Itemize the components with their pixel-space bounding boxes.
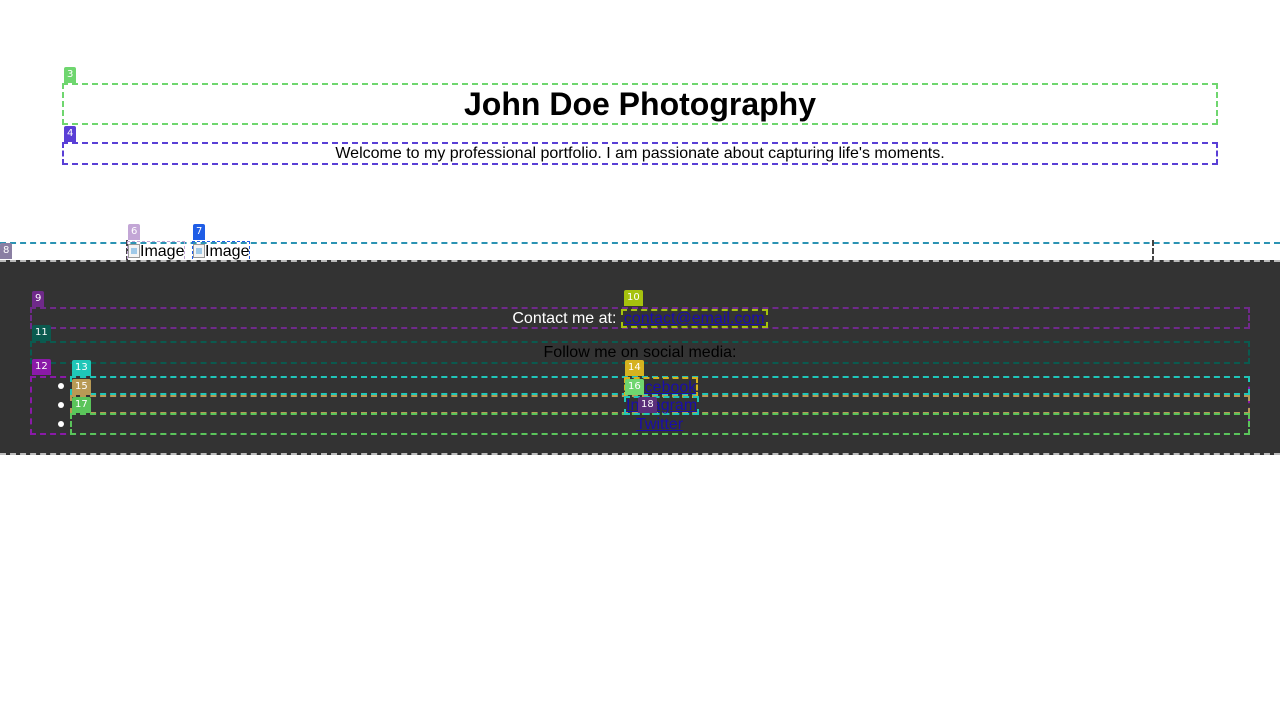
som-label-17: 17 — [72, 397, 91, 413]
twitter-link[interactable]: Twitter — [636, 415, 683, 434]
broken-image-icon — [193, 244, 205, 258]
contact-prefix: Contact me at: — [512, 310, 617, 327]
som-label-8: 8 — [0, 243, 13, 259]
contact-email-link[interactable]: contact@email.com — [624, 310, 765, 327]
broken-image-icon — [128, 244, 140, 258]
som-label-14: 14 — [625, 360, 644, 376]
gallery-image-alt: Image — [140, 243, 185, 260]
som-label-6: 6 — [128, 224, 141, 240]
contact-line: Contact me at: contact@email.com — [30, 307, 1250, 329]
gallery-image-alt: Image — [205, 243, 250, 260]
page-subtitle: Welcome to my professional portfolio. I … — [62, 142, 1218, 165]
gallery-container — [126, 240, 1154, 262]
som-label-12: 12 — [32, 359, 51, 375]
som-label-16: 16 — [625, 379, 644, 395]
som-label-15: 15 — [72, 379, 91, 395]
som-label-13: 13 — [72, 360, 91, 376]
som-label-7: 7 — [193, 224, 206, 240]
som-label-18: 18 — [638, 397, 657, 413]
som-label-4: 4 — [64, 126, 77, 142]
list-bullet — [58, 402, 64, 408]
email-link-box: contact@email.com — [620, 309, 768, 328]
som-label-9: 9 — [32, 291, 45, 307]
list-bullet — [58, 383, 64, 389]
som-label-11: 11 — [32, 325, 51, 341]
page-title: John Doe Photography — [62, 83, 1218, 125]
list-bullet — [58, 421, 64, 427]
som-label-10: 10 — [624, 290, 643, 306]
som-label-3: 3 — [64, 67, 77, 83]
instagram-link[interactable]: Instagram — [624, 396, 700, 415]
